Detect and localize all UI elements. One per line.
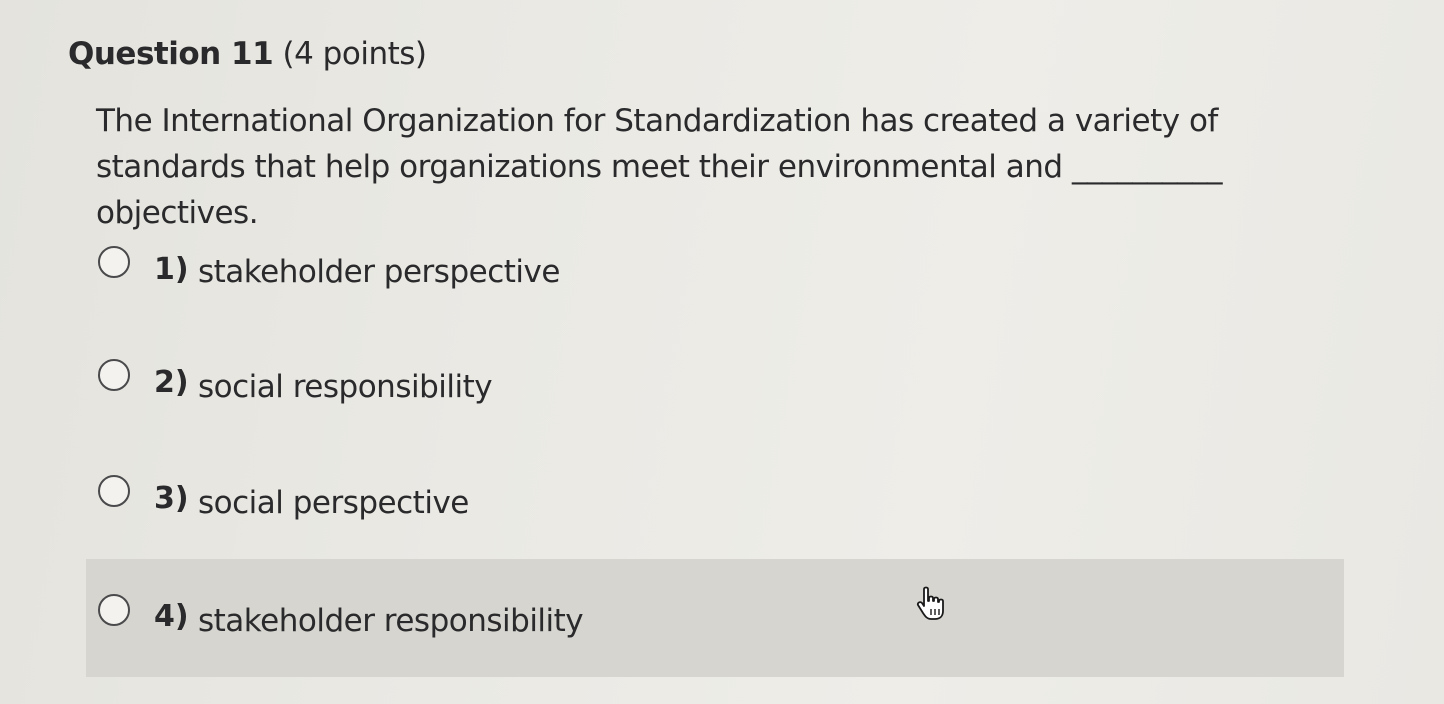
radio-button-1[interactable]: [98, 246, 130, 278]
option-label-4: stakeholder responsibility: [198, 603, 584, 639]
option-label-1: stakeholder perspective: [198, 254, 560, 290]
answer-option-1[interactable]: 1) stakeholder perspective: [86, 212, 1344, 330]
question-points: (4 points): [282, 36, 427, 72]
question-header: Question 11 (4 points): [68, 36, 427, 72]
option-label-3: social perspective: [198, 485, 469, 521]
option-number-3: 3): [154, 481, 189, 516]
radio-button-2[interactable]: [98, 359, 130, 391]
radio-button-3[interactable]: [98, 475, 130, 507]
option-label-2: social responsibility: [198, 369, 493, 405]
answer-option-4[interactable]: 4) stakeholder responsibility: [86, 559, 1344, 677]
answer-option-2[interactable]: 2) social responsibility: [86, 327, 1344, 445]
question-number: Question 11: [68, 36, 274, 72]
option-number-2: 2): [154, 365, 189, 400]
radio-button-4[interactable]: [98, 594, 130, 626]
answer-option-3[interactable]: 3) social perspective: [86, 443, 1344, 561]
option-number-4: 4): [154, 599, 189, 634]
option-number-1: 1): [154, 252, 189, 287]
hand-pointer-icon: [916, 586, 944, 620]
